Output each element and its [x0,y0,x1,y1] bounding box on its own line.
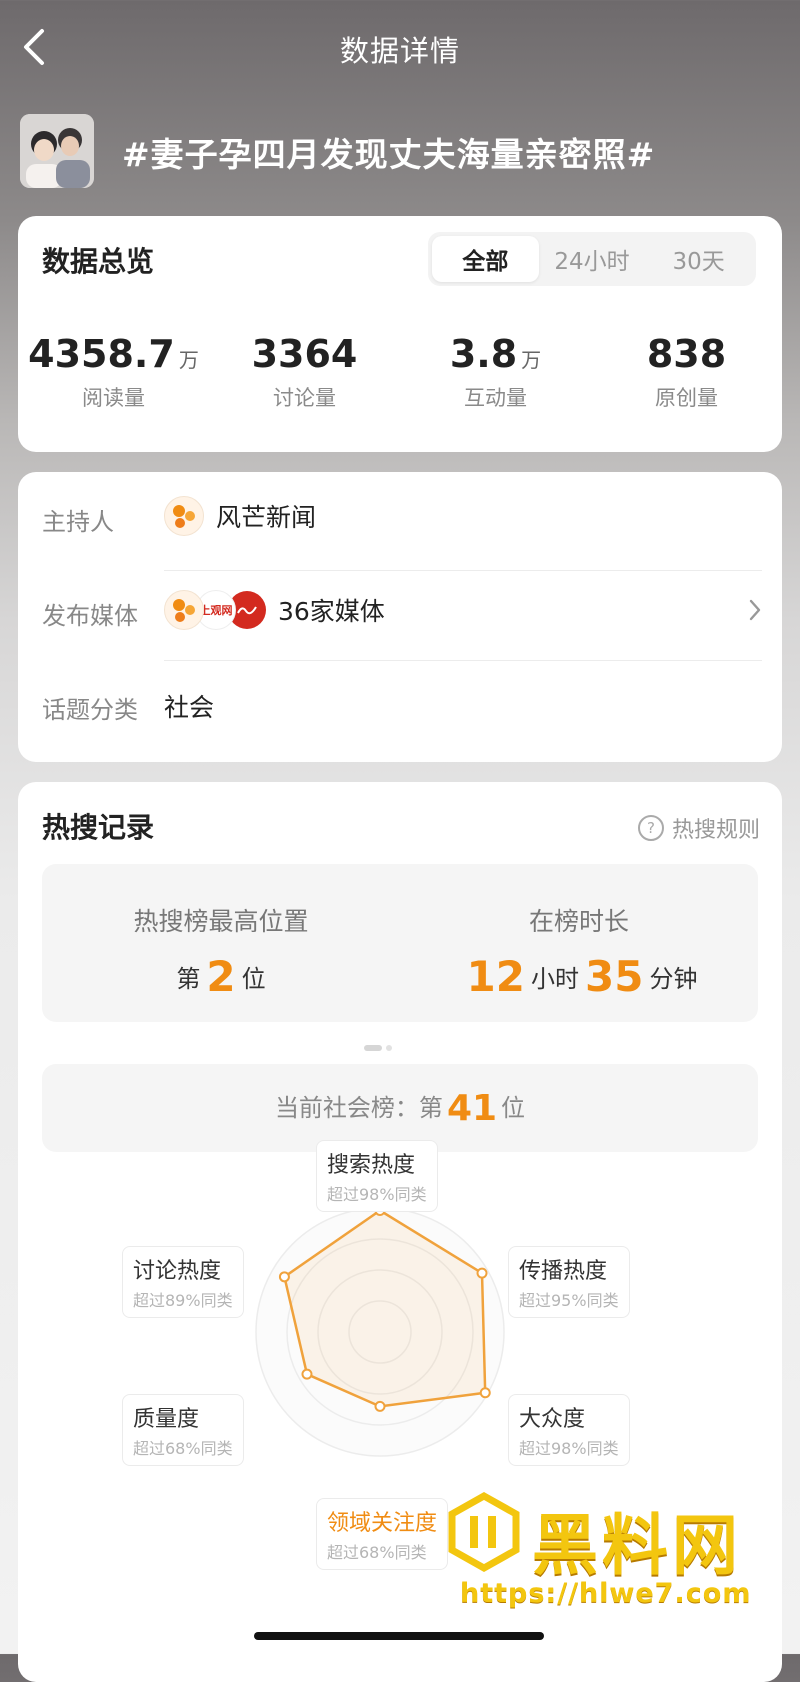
hot-search-title: 热搜记录 [42,811,155,844]
page-indicator [364,1044,424,1052]
watermark-logo-icon [448,1492,520,1572]
host-label: 主持人 [42,508,114,536]
radar-point [476,1267,488,1279]
stat-label: 讨论量 [273,386,336,410]
rank-suffix: 位 [241,965,266,993]
stat-value: 3.8 [449,332,518,376]
divider [164,660,762,661]
duration-minutes: 35 [585,952,644,1001]
page-dot-active [364,1045,382,1051]
radar-axis-sub: 超过98%同类 [519,1439,619,1458]
radar-label-discussion: 讨论热度 超过89%同类 [122,1246,244,1318]
radar-axis-sub: 超过68%同类 [327,1543,427,1562]
stat-unit: 万 [178,348,199,372]
stat-originals: 838 原创量 [591,332,782,432]
duration-caption: 在榜时长 [528,907,629,936]
highest-position: 热搜榜最高位置 第2位 [42,864,400,1022]
highest-caption: 热搜榜最高位置 [133,907,309,936]
stat-value: 838 [646,332,727,376]
radar-point [374,1400,386,1412]
stat-unit: 万 [521,348,542,372]
stat-label: 互动量 [464,386,527,410]
info-card: 主持人 风芒新闻 发布媒体 上观网 36家媒体 话题分类 社会 [18,472,782,762]
hours-unit: 小时 [531,965,579,993]
chevron-right-icon [749,599,761,621]
radar-axis-sub: 超过95%同类 [519,1291,619,1310]
radar-point [479,1387,491,1399]
on-list-duration: 在榜时长 12 小时 35 分钟 [400,864,758,1022]
duration-hours: 12 [466,952,525,1001]
radar-axis-name: 大众度 [519,1407,586,1432]
radar-axis-name: 领域关注度 [327,1511,438,1536]
tab-30d[interactable]: 30天 [645,236,752,282]
stats-row: 4358.7 万 阅读量 3364 讨论量 3.8 万 互动量 838 原创量 [18,332,782,432]
tab-all[interactable]: 全部 [432,236,539,282]
rules-label: 热搜规则 [671,818,760,843]
radar-axis-name: 传播热度 [519,1259,608,1284]
category-label: 话题分类 [42,696,138,724]
host-row[interactable]: 风芒新闻 [164,496,316,536]
page-title: 数据详情 [339,34,460,68]
host-name: 风芒新闻 [216,503,317,532]
stat-value: 3364 [251,332,358,376]
topic-title: #妻子孕四月发现丈夫海量亲密照# [122,135,656,174]
current-rank: 41 [446,1088,498,1129]
hot-search-rules-link[interactable]: ? 热搜规则 [637,812,760,844]
radar-label-quality: 质量度 超过68%同类 [122,1394,244,1466]
radar-axis-sub: 超过68%同类 [133,1439,233,1458]
radar-label-search: 搜索热度 超过98%同类 [316,1140,438,1212]
fengmang-logo-icon [164,496,204,536]
stat-value: 4358.7 [28,332,175,376]
fengmang-logo-icon [164,590,204,630]
media-row[interactable]: 上观网 36家媒体 [164,584,762,636]
media-logo-text: 上观网 [199,604,233,617]
stat-label: 原创量 [655,386,718,410]
overview-title: 数据总览 [42,245,155,278]
radar-axis-name: 质量度 [133,1407,200,1432]
category-value: 社会 [164,693,215,722]
overview-card: 数据总览 全部 24小时 30天 4358.7 万 阅读量 3364 讨论量 3.… [18,216,782,452]
help-icon: ? [637,815,664,841]
page-dot [386,1045,392,1051]
stat-reads: 4358.7 万 阅读量 [18,332,209,432]
media-count: 36家媒体 [278,597,385,626]
stat-discussions: 3364 讨论量 [209,332,400,432]
radar-axis-name: 讨论热度 [133,1259,222,1284]
rank-prefix: 第 [176,965,201,993]
topic-avatar [20,114,94,188]
time-range-tabs: 全部 24小时 30天 [428,232,756,286]
highest-rank: 2 [206,952,236,1001]
watermark-url: https://hlwe7.com [460,1578,752,1609]
minutes-unit: 分钟 [649,965,698,993]
current-rank-box: 当前社会榜：第 41 位 [42,1064,758,1152]
radar-label-popularity: 大众度 超过98%同类 [508,1394,630,1466]
stat-interactions: 3.8 万 互动量 [400,332,591,432]
divider [164,570,762,571]
tab-24h[interactable]: 24小时 [539,236,646,282]
radar-axis-sub: 超过89%同类 [133,1291,233,1310]
current-prefix: 当前社会榜：第 [274,1094,443,1122]
stat-label: 阅读量 [82,386,145,410]
radar-label-domain: 领域关注度 超过68%同类 [316,1498,449,1570]
radar-axis-name: 搜索热度 [327,1153,416,1178]
radar-axis-sub: 超过98%同类 [327,1185,427,1204]
home-indicator[interactable] [254,1632,544,1640]
watermark-brand: 黑料网 [532,1507,742,1584]
radar-label-spread: 传播热度 超过95%同类 [508,1246,630,1318]
watermark: 黑料网 https://hlwe7.com [444,1492,784,1642]
radar-point [301,1368,313,1380]
current-suffix: 位 [501,1094,526,1122]
hot-search-summary: 热搜榜最高位置 第2位 在榜时长 12 小时 35 分钟 [42,864,758,1022]
media-label: 发布媒体 [42,602,138,630]
radar-point [278,1271,290,1283]
